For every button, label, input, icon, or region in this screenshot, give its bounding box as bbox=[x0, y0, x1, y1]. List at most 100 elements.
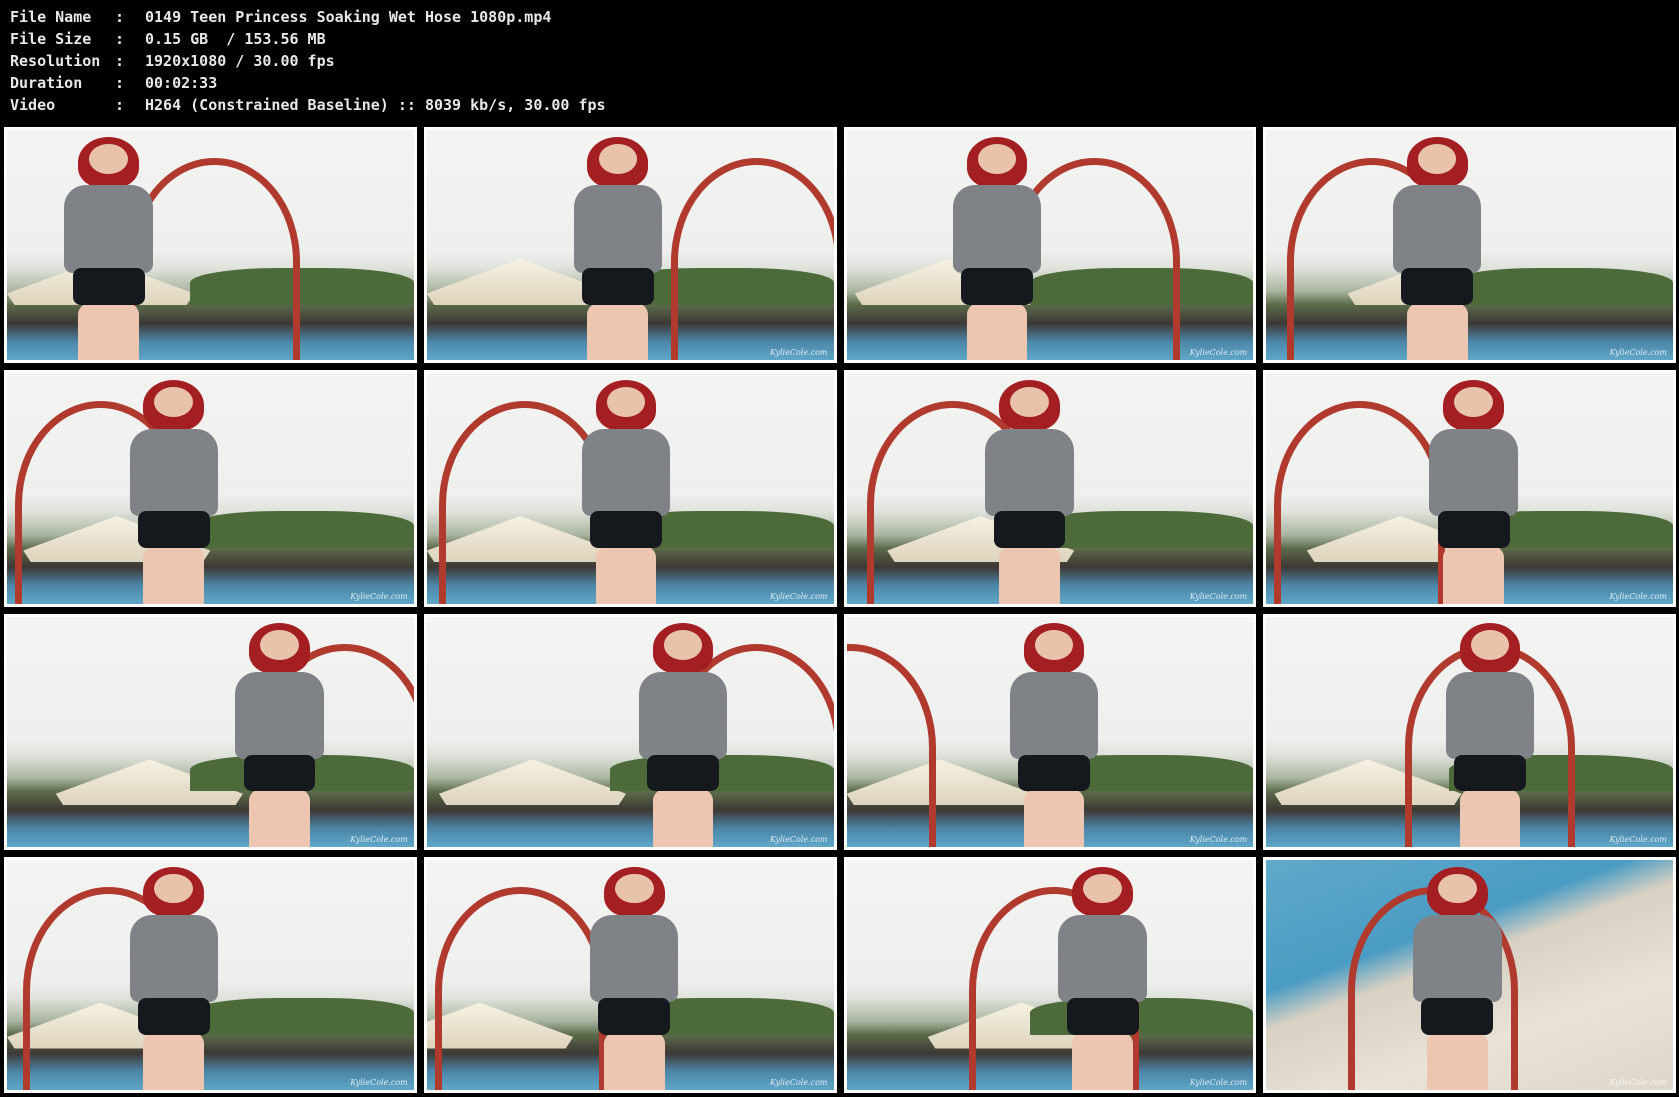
watermark-logo: KylieCole.com bbox=[350, 834, 408, 844]
figure-legs bbox=[587, 302, 649, 361]
thumbnail-scene: KylieCole.com bbox=[426, 130, 834, 361]
figure-shirt bbox=[581, 428, 671, 516]
info-row-resolution: Resolution : 1920x1080 / 30.00 fps bbox=[10, 50, 606, 72]
person-figure bbox=[557, 373, 695, 604]
thumbnail-scene: KylieCole.com bbox=[426, 616, 834, 847]
thumbnail-scene: KylieCole.com bbox=[7, 859, 414, 1090]
figure-shirt bbox=[589, 915, 679, 1003]
video-thumbnail: KylieCole.com bbox=[4, 856, 417, 1093]
figure-shorts bbox=[1066, 997, 1139, 1035]
video-thumbnail: KylieCole.com bbox=[423, 370, 837, 607]
video-thumbnail: KylieCole.com bbox=[1263, 856, 1676, 1093]
watermark-logo: KylieCole.com bbox=[770, 348, 828, 358]
watermark-logo: KylieCole.com bbox=[350, 1078, 408, 1087]
figure-shorts bbox=[961, 268, 1033, 305]
figure-legs bbox=[143, 545, 205, 604]
info-label: File Name bbox=[10, 8, 92, 26]
watermark-logo: KylieCole.com bbox=[1609, 591, 1668, 601]
info-label: Video bbox=[10, 96, 56, 114]
person-figure bbox=[1405, 373, 1543, 604]
figure-legs bbox=[78, 302, 140, 361]
figure-shirt bbox=[1058, 915, 1147, 1003]
info-row-duration: Duration : 00:02:33 bbox=[10, 72, 606, 94]
figure-shirt bbox=[64, 185, 153, 273]
info-separator: : bbox=[115, 8, 125, 26]
info-label: Resolution bbox=[10, 52, 101, 70]
figure-legs bbox=[1023, 789, 1085, 847]
watermark-logo: KylieCole.com bbox=[350, 591, 408, 601]
info-value: 00:02:33 bbox=[145, 74, 218, 92]
video-thumbnail: KylieCole.com bbox=[1263, 370, 1676, 607]
figure-legs bbox=[1072, 1032, 1134, 1090]
figure-legs bbox=[966, 302, 1028, 361]
figure-legs bbox=[999, 545, 1060, 604]
watermark-logo: KylieCole.com bbox=[1609, 834, 1668, 844]
thumbnail-scene: KylieCole.com bbox=[1266, 859, 1673, 1090]
figure-shirt bbox=[985, 428, 1074, 516]
figure-shorts bbox=[581, 268, 654, 305]
figure-shirt bbox=[1392, 185, 1482, 273]
video-thumbnail: KylieCole.com bbox=[4, 370, 417, 607]
info-row-file-name: File Name : 0149 Teen Princess Soaking W… bbox=[10, 6, 606, 28]
file-info-panel: File Name : 0149 Teen Princess Soaking W… bbox=[10, 6, 606, 116]
info-value: 1920x1080 / 30.00 fps bbox=[145, 52, 335, 70]
figure-shorts bbox=[993, 511, 1066, 549]
figure-shorts bbox=[1401, 268, 1474, 305]
info-value: 0.15 GB / 153.56 MB bbox=[145, 30, 326, 48]
watermark-logo: KylieCole.com bbox=[1609, 1078, 1668, 1087]
figure-face bbox=[977, 143, 1017, 174]
figure-shorts bbox=[243, 754, 316, 792]
figure-face bbox=[1010, 387, 1049, 417]
figure-shirt bbox=[235, 671, 324, 760]
video-thumbnail: KylieCole.com bbox=[843, 127, 1257, 364]
person-figure bbox=[105, 860, 243, 1090]
thumbnail-scene: KylieCole.com bbox=[846, 130, 1254, 361]
figure-face bbox=[1438, 873, 1477, 904]
person-figure bbox=[549, 130, 687, 361]
figure-shirt bbox=[952, 185, 1042, 273]
person-figure bbox=[1388, 860, 1526, 1090]
watermark-logo: KylieCole.com bbox=[770, 591, 828, 601]
person-figure bbox=[105, 373, 243, 604]
figure-legs bbox=[1406, 302, 1468, 361]
thumbnail-scene: KylieCole.com bbox=[1266, 373, 1673, 604]
figure-shirt bbox=[1009, 671, 1099, 760]
person-figure bbox=[1421, 617, 1559, 847]
person-figure bbox=[928, 130, 1066, 361]
watermark-logo: KylieCole.com bbox=[770, 1078, 828, 1087]
thumbnail-scene bbox=[7, 130, 414, 361]
info-separator: : bbox=[115, 96, 125, 114]
info-label: Duration bbox=[10, 74, 83, 92]
figure-shorts bbox=[590, 511, 662, 549]
thumbnail-scene: KylieCole.com bbox=[846, 616, 1254, 847]
figure-face bbox=[614, 873, 654, 904]
figure-shirt bbox=[1445, 671, 1535, 760]
video-thumbnail: KylieCole.com bbox=[1263, 613, 1676, 850]
video-thumbnail: KylieCole.com bbox=[4, 613, 417, 850]
info-value: 0149 Teen Princess Soaking Wet Hose 1080… bbox=[145, 8, 552, 26]
info-separator: : bbox=[115, 30, 125, 48]
figure-shirt bbox=[129, 428, 218, 516]
info-separator: : bbox=[115, 74, 125, 92]
thumbnail-scene: KylieCole.com bbox=[426, 373, 834, 604]
figure-legs bbox=[1426, 1032, 1488, 1090]
figure-shorts bbox=[1017, 754, 1090, 792]
thumbnail-scene: KylieCole.com bbox=[1266, 616, 1673, 847]
thumbnail-scene: KylieCole.com bbox=[846, 373, 1254, 604]
figure-shorts bbox=[647, 754, 719, 792]
hose-shape bbox=[846, 644, 936, 847]
thumbnail-scene: KylieCole.com bbox=[7, 616, 414, 847]
watermark-logo: KylieCole.com bbox=[1189, 591, 1248, 601]
person-figure bbox=[565, 860, 703, 1090]
thumbnail-scene: KylieCole.com bbox=[846, 859, 1254, 1090]
figure-legs bbox=[595, 545, 657, 604]
figure-shirt bbox=[573, 185, 663, 273]
thumbnail-scene: KylieCole.com bbox=[426, 859, 834, 1090]
figure-shorts bbox=[1454, 754, 1526, 792]
person-figure bbox=[960, 373, 1098, 604]
info-value: H264 (Constrained Baseline) :: 8039 kb/s… bbox=[145, 96, 606, 114]
umbrella-shape bbox=[438, 759, 627, 806]
info-label: File Size bbox=[10, 30, 92, 48]
figure-shirt bbox=[1413, 915, 1502, 1003]
figure-shorts bbox=[1437, 511, 1510, 549]
